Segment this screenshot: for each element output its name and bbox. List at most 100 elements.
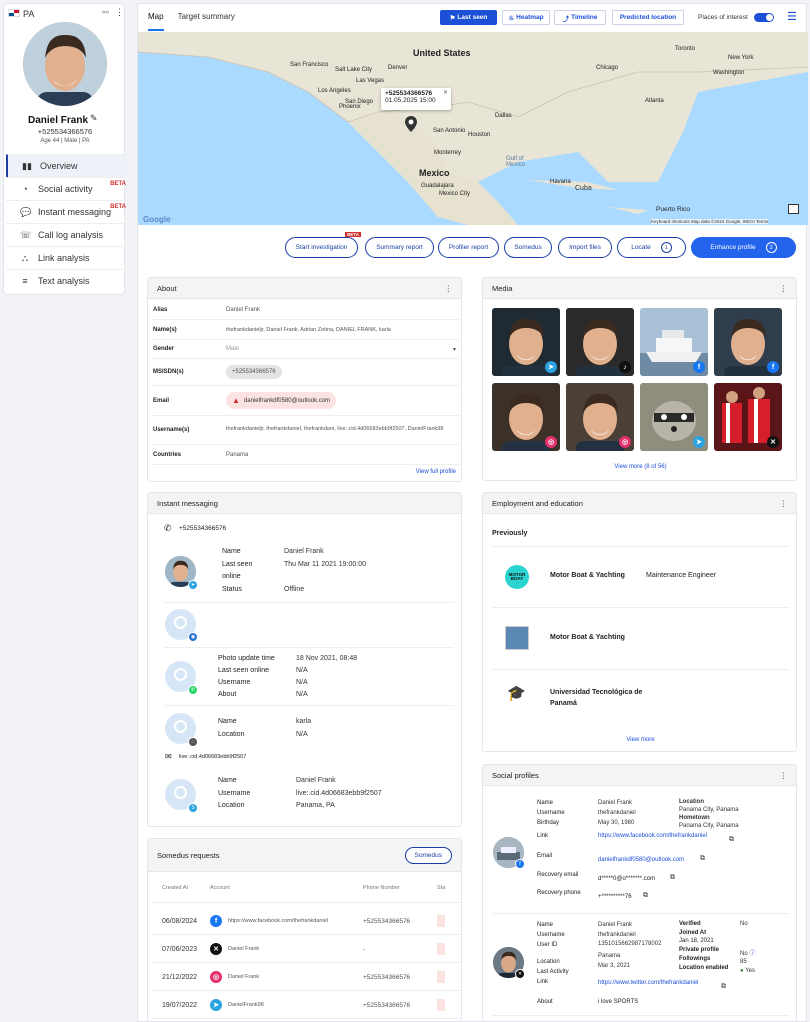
status-badge	[437, 999, 445, 1011]
enhance-profile-button[interactable]: Enhance profile 3	[691, 237, 796, 258]
copy-icon[interactable]: ⧉	[700, 855, 705, 863]
table-row[interactable]: 07/06/2023 ✕ Daniel Frank -	[152, 936, 461, 963]
view-full-profile-link[interactable]: View full profile	[416, 469, 456, 475]
table-header: Created At Account Phone Number Sta	[152, 873, 461, 903]
country-code: PA	[23, 9, 35, 19]
link-icon[interactable]: ⚯	[102, 8, 109, 17]
employment-item: MOTOR BOAT Motor Boat & Yachting Maintena…	[492, 546, 789, 608]
table-row[interactable]: 06/08/2024 f https://www.facebook.com/the…	[152, 908, 461, 935]
places-of-interest-toggle[interactable]	[754, 13, 774, 22]
copy-icon[interactable]: ⧉	[721, 983, 726, 991]
facebook-icon: f	[767, 361, 779, 373]
view-more-employment-link[interactable]: View more	[483, 737, 798, 743]
row-date: 19/07/2022	[162, 1001, 198, 1009]
employment-item: Motor Boat & Yachting	[492, 608, 789, 670]
media-thumbnail[interactable]: ➤	[640, 383, 708, 451]
about-card: About ⋮ Alias Daniel Frank Name(s) thefrank…	[147, 277, 462, 482]
x-icon: ✕	[515, 969, 525, 979]
email-chip[interactable]: ▲ danielfrankdf0580@outlook.com	[226, 392, 337, 409]
about-row[interactable]: Gender Male ▾	[152, 340, 459, 359]
telegram-icon: ➤	[545, 361, 557, 373]
heatmap-button[interactable]: ♨ Heatmap	[502, 10, 550, 25]
close-icon[interactable]: ✕	[443, 89, 448, 96]
sidebar-item-instant-messaging[interactable]: 💬 Instant messaging BETA	[6, 200, 126, 223]
more-icon[interactable]: ⋮	[780, 771, 788, 780]
more-icon[interactable]: ⋮	[780, 499, 788, 508]
row-date: 06/08/2024	[162, 917, 198, 925]
edit-icon[interactable]: ✎	[90, 113, 98, 124]
timeline-button[interactable]: ⤴ Timeline	[554, 10, 606, 25]
twitter-profile-link[interactable]: https://www.twitter.com/thefrankdaniel	[598, 980, 698, 986]
row-phone: -	[363, 945, 366, 953]
copy-icon[interactable]: ⧉	[670, 874, 675, 882]
telegram-icon: ➤	[693, 436, 705, 448]
profile-sidebar: PA ⚯ ⋮ Daniel Frank ✎ +525534366576 Age …	[3, 3, 126, 295]
map-view[interactable]: United States Mexico Cuba Gulf of Mexico…	[138, 32, 808, 225]
media-title: Media	[492, 283, 513, 293]
somedus-button[interactable]: Somedus	[504, 237, 552, 258]
call-log-icon: ☏	[20, 229, 32, 240]
beta-badge: BETA	[110, 204, 126, 210]
google-logo: Google	[143, 215, 171, 224]
status-badge	[437, 971, 445, 983]
predicted-location-button[interactable]: Predicted location	[612, 10, 684, 25]
sidebar-item-link-analysis[interactable]: ⛬ Link analysis	[6, 246, 126, 269]
more-icon[interactable]: ⋮	[445, 284, 453, 293]
signal-icon: ◉	[188, 632, 198, 642]
filter-icon[interactable]: ☰	[787, 10, 797, 23]
somedus-request-button[interactable]: Somedus	[404, 846, 452, 864]
media-thumbnail[interactable]: ◎	[492, 383, 560, 451]
more-icon[interactable]: ⋮	[780, 284, 788, 293]
tab-target-summary[interactable]: Target summary	[178, 12, 235, 31]
sidebar-item-overview[interactable]: ▮▮ Overview	[6, 154, 126, 177]
table-row[interactable]: 21/12/2022 ◎ Daniel Frank +525534366576	[152, 964, 461, 991]
about-row: Email ▲ danielfrankdf0580@outlook.com	[152, 386, 459, 416]
copy-icon[interactable]: ⧉	[729, 836, 734, 844]
target-phone: +525534366576	[37, 127, 93, 136]
copy-icon[interactable]: ⧉	[643, 892, 648, 900]
sidebar-item-call-log[interactable]: ☏ Call log analysis	[6, 223, 126, 246]
chevron-down-icon: ▾	[452, 346, 456, 353]
media-thumbnail[interactable]: ♪	[566, 308, 634, 376]
company-logo	[505, 626, 529, 650]
location-pin-icon[interactable]	[405, 116, 417, 132]
status-dot: ●	[740, 967, 744, 974]
media-thumbnail[interactable]: ✕	[714, 383, 782, 451]
facebook-profile-link[interactable]: https://www.facebook.com/thefrankdaniel	[598, 833, 707, 839]
skype-icon: S	[188, 803, 198, 813]
more-icon[interactable]: ⋮	[115, 7, 124, 18]
row-date: 21/12/2022	[162, 973, 198, 981]
telegram-icon: ➤	[210, 999, 222, 1011]
viber-icon: ◌	[188, 737, 198, 747]
im-skype-id: live:.cid.4d06683ebb9f2507	[179, 754, 247, 760]
media-thumbnail[interactable]: f	[714, 308, 782, 376]
avatar	[23, 22, 107, 106]
warning-icon: ▲	[232, 396, 240, 405]
media-thumbnail[interactable]: ◎	[566, 383, 634, 451]
social-title: Social profiles	[492, 770, 539, 780]
summary-report-button[interactable]: Summary report	[365, 237, 434, 258]
media-thumbnail[interactable]: f	[640, 308, 708, 376]
social-profiles-card: Social profiles ⋮ f Name Username Birthday …	[482, 764, 797, 1022]
view-more-media-link[interactable]: View more (8 of 56)	[483, 464, 798, 470]
start-investigation-button[interactable]: Start investigation BETA	[285, 232, 361, 258]
table-row[interactable]: 19/07/2022 ➤ DanielFrank98 +525534366576	[152, 992, 461, 1019]
somedus-requests-card: Somedus requests Somedus Created At Acco…	[147, 838, 462, 1022]
x-icon: ✕	[767, 436, 779, 448]
profiler-report-button[interactable]: Profiler report	[438, 237, 499, 258]
about-title: About	[157, 283, 177, 293]
sidebar-item-text-analysis[interactable]: ≡ Text analysis	[6, 269, 126, 292]
info-icon: ⓘ	[749, 950, 756, 957]
target-meta: Age 44 | Male | PA	[40, 138, 90, 144]
previously-label: Previously	[492, 530, 528, 537]
fullscreen-icon[interactable]	[788, 204, 799, 214]
sidebar-item-social-activity[interactable]: ◔ Social activity BETA	[6, 177, 126, 200]
last-seen-button[interactable]: ⚑ Last seen	[440, 10, 497, 25]
tab-map[interactable]: Map	[148, 12, 164, 31]
msisdn-chip[interactable]: +525534366576	[226, 365, 282, 379]
row-account: Daniel Frank	[228, 974, 260, 980]
row-account: Daniel Frank	[228, 946, 260, 952]
media-thumbnail[interactable]: ➤	[492, 308, 560, 376]
import-files-button[interactable]: Import files	[558, 237, 612, 258]
locate-button[interactable]: Locate 1	[617, 237, 686, 258]
